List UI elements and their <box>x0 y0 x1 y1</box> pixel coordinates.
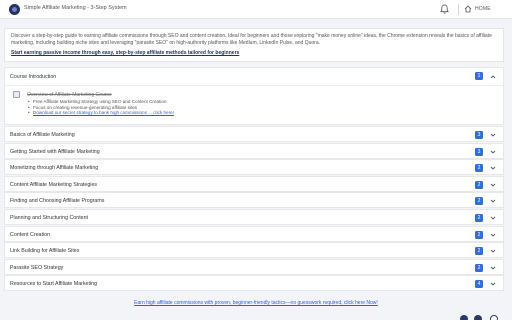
section-item[interactable]: Finding and Choosing Affiliate Programs 2 <box>4 192 504 209</box>
intro-text: Discover a step-by-step guide to earning… <box>11 33 492 46</box>
section-label[interactable]: Content Affiliate Marketing Strategies <box>10 182 97 188</box>
section-label[interactable]: Content Creation <box>10 232 50 238</box>
chevron-down-icon[interactable] <box>490 265 496 271</box>
facebook-icon[interactable] <box>460 315 468 320</box>
section-label[interactable]: Link Building for Affiliate Sites <box>10 248 79 254</box>
section-item[interactable]: Link Building for Affiliate Sites 2 <box>4 242 504 259</box>
section-item[interactable]: Getting Started with Affiliate Marketing… <box>4 142 504 159</box>
section-item[interactable]: Monetizing through Affiliate Marketing 2 <box>4 159 504 176</box>
chevron-up-icon[interactable] <box>490 74 496 80</box>
footer-cta-link[interactable]: Earn high affiliate commissions with pro… <box>0 300 512 306</box>
lesson-count-badge: 2 <box>475 230 483 239</box>
lesson-count-badge: 2 <box>475 164 483 173</box>
chevron-down-icon[interactable] <box>490 248 496 254</box>
section-label[interactable]: Finding and Choosing Affiliate Programs <box>10 198 104 204</box>
section-label[interactable]: Parasite SEO Strategy <box>10 265 63 271</box>
lesson-count-badge: 1 <box>475 72 483 80</box>
lesson-bullets: Free Affiliate Marketing Strategy using … <box>28 99 174 116</box>
chevron-down-icon[interactable] <box>490 149 496 155</box>
intro-cta-link[interactable]: Start earning passive income through eas… <box>11 50 497 56</box>
section-item[interactable]: Basics of Affiliate Marketing 3 <box>4 126 504 142</box>
lesson-count-badge: 2 <box>475 180 483 189</box>
app-title: Simple Affiliate Marketing - 3-Step Syst… <box>24 5 127 11</box>
checkbox-icon[interactable] <box>13 91 20 98</box>
section-label[interactable]: Basics of Affiliate Marketing <box>10 132 75 138</box>
section-item[interactable]: Content Creation 2 <box>4 225 504 242</box>
section-label[interactable]: Getting Started with Affiliate Marketing <box>10 149 100 155</box>
chevron-down-icon[interactable] <box>490 281 496 287</box>
download-strategy-link[interactable]: Download our secret strategy to bank hig… <box>28 110 174 116</box>
reddit-icon[interactable] <box>490 315 498 320</box>
chevron-down-icon[interactable] <box>490 198 496 204</box>
lesson-count-badge: 2 <box>475 263 483 272</box>
section-label[interactable]: Monetizing through Affiliate Marketing <box>10 165 98 171</box>
chevron-down-icon[interactable] <box>490 232 496 238</box>
section-item[interactable]: Content Affiliate Marketing Strategies 2 <box>4 175 504 192</box>
logo-icon <box>9 4 20 15</box>
section-label[interactable]: Planning and Structuring Content <box>10 215 88 221</box>
chevron-down-icon[interactable] <box>490 132 496 138</box>
topbar-divider <box>458 4 459 15</box>
lesson-count-badge: 3 <box>475 147 483 156</box>
lesson-count-badge: 2 <box>475 247 483 256</box>
lesson-count-badge: 2 <box>475 214 483 222</box>
section-item[interactable]: Resources to Start Affiliate Marketing 4 <box>4 275 504 292</box>
lesson-count-badge: 2 <box>475 197 483 206</box>
chevron-down-icon[interactable] <box>490 182 496 188</box>
section-item[interactable]: Parasite SEO Strategy 2 <box>4 258 504 275</box>
section-course-introduction[interactable]: Course Introduction 1 Overview of Affili… <box>4 67 504 125</box>
lesson-count-badge: 4 <box>475 280 483 289</box>
top-bar: Simple Affiliate Marketing - 3-Step Syst… <box>0 0 512 19</box>
lesson-count-badge: 3 <box>475 131 483 139</box>
divider <box>5 85 503 86</box>
intro-card: Discover a step-by-step guide to earning… <box>4 28 504 62</box>
pinterest-icon[interactable] <box>474 315 482 320</box>
home-icon[interactable] <box>464 5 472 13</box>
chevron-down-icon[interactable] <box>490 215 496 221</box>
section-label[interactable]: Resources to Start Affiliate Marketing <box>10 281 97 287</box>
bell-icon[interactable] <box>440 4 449 14</box>
section-item[interactable]: Planning and Structuring Content 2 <box>4 209 504 225</box>
section-label[interactable]: Course Introduction <box>10 74 56 80</box>
chevron-down-icon[interactable] <box>490 165 496 171</box>
home-link[interactable]: HOME <box>475 6 491 12</box>
lesson-title[interactable]: Overview of Affiliate Marketing Course <box>27 92 112 98</box>
